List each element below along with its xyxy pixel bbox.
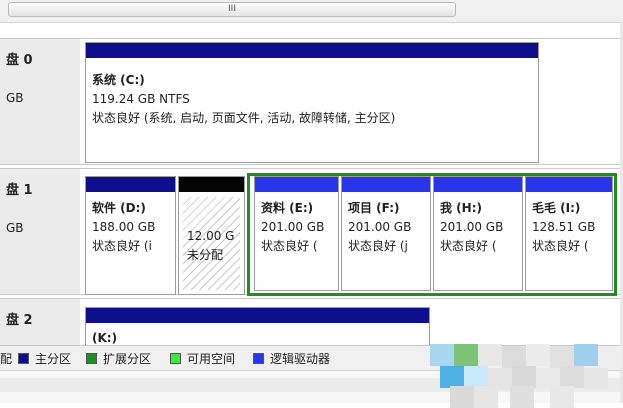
volume-c[interactable]: 系统 (C:) 119.24 GB NTFS 状态良好 (系统, 启动, 页面文… [85,42,539,163]
disk-0-name: 盘 0 [6,53,33,68]
volume-f-status: 状态良好 (j [348,239,408,253]
legend-label: 逻辑驱动器 [270,351,331,366]
free-space-swatch-icon [170,352,181,364]
volume-c-size: 119.24 GB NTFS [92,92,190,106]
legend-label: 扩展分区 [103,351,152,366]
disk-1-size: GB [6,221,24,235]
volume-h-size: 201.00 GB [440,220,504,234]
primary-partition-bar [86,43,538,58]
disk-0-label[interactable]: 盘 0 GB [0,38,80,165]
logical-swatch-icon [253,352,264,364]
legend-label: 配 [0,351,13,366]
volume-i-title: 毛毛 (I:) [532,201,581,215]
disk-1-name: 盘 1 [6,183,33,198]
logical-drive-bar [526,177,612,192]
disk-2-name: 盘 2 [6,313,33,328]
horizontal-scrollbar[interactable]: III [0,0,623,23]
legend-item-partial: 配 [0,350,12,366]
primary-swatch-icon [18,352,29,364]
volume-i[interactable]: 毛毛 (I:) 128.51 GB 状态良好 ( [525,176,613,291]
primary-partition-bar [86,177,175,192]
legend-label: 可用空间 [187,351,236,366]
legend-label: 主分区 [35,351,72,366]
legend-item-logical: 逻辑驱动器 [253,350,330,366]
volume-d[interactable]: 软件 (D:) 188.00 GB 状态良好 (i [85,176,176,295]
volume-f[interactable]: 项目 (F:) 201.00 GB 状态良好 (j [341,176,431,291]
volume-d-status: 状态良好 (i [92,239,152,253]
volume-f-title: 项目 (F:) [348,201,400,215]
volume-d-title: 软件 (D:) [92,201,146,215]
logical-drive-bar [434,177,522,192]
volume-h-title: 我 (H:) [440,201,482,215]
volume-c-status: 状态良好 (系统, 启动, 页面文件, 活动, 故障转储, 主分区) [92,111,396,125]
volume-h[interactable]: 我 (H:) 201.00 GB 状态良好 ( [433,176,523,291]
volume-e-size: 201.00 GB [261,220,325,234]
volume-f-size: 201.00 GB [348,220,412,234]
volume-e-title: 资料 (E:) [261,201,314,215]
volume-e[interactable]: 资料 (E:) 201.00 GB 状态良好 ( [254,176,339,291]
watermark-mosaic [410,336,623,408]
disk-1-volumes: 软件 (D:) 188.00 GB 状态良好 (i 12.00 G 未分配 资料… [80,168,620,296]
volume-h-status: 状态良好 ( [440,239,497,253]
volume-d-size: 188.00 GB [92,220,156,234]
volume-e-status: 状态良好 ( [261,239,318,253]
disk-1-label[interactable]: 盘 1 GB [0,168,80,295]
volume-i-status: 状态良好 ( [532,239,589,253]
disk-0-size: GB [6,91,24,105]
legend-item-extended: 扩展分区 [86,350,151,366]
unallocated-bar [179,177,244,192]
volume-i-size: 128.51 GB [532,220,596,234]
legend-item-free: 可用空间 [170,350,235,366]
scrollbar-thumb[interactable]: III [8,2,456,17]
volume-c-title: 系统 (C:) [92,73,145,87]
unallocated-status: 未分配 [187,248,224,262]
unallocated-space[interactable]: 12.00 G 未分配 [178,176,245,295]
primary-partition-bar [86,308,429,323]
logical-drive-bar [342,177,430,192]
extended-swatch-icon [86,352,97,364]
scrollbar-grip: III [228,4,236,14]
unallocated-size: 12.00 G [187,229,235,243]
legend-item-primary: 主分区 [18,350,71,366]
logical-drive-bar [255,177,338,192]
disk-0-volumes: 系统 (C:) 119.24 GB NTFS 状态良好 (系统, 启动, 页面文… [80,38,620,165]
